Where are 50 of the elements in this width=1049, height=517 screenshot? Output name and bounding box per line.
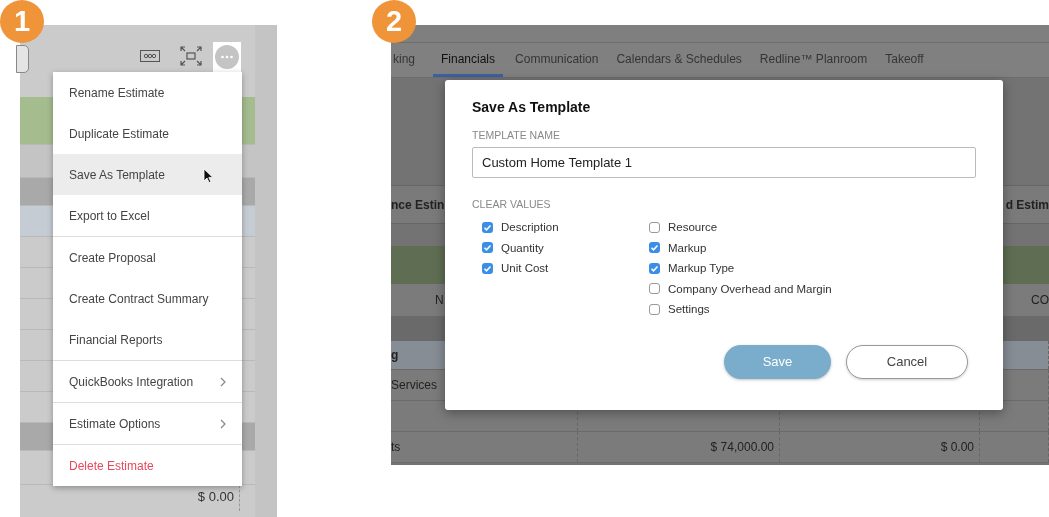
table-cell: Services	[391, 378, 437, 392]
tab[interactable]: Financials	[433, 43, 504, 77]
more-options-button[interactable]	[213, 42, 241, 72]
column-header: d Estim	[1005, 197, 1049, 212]
table-cell-text: $ 0.00	[197, 489, 234, 506]
checkbox[interactable]	[649, 303, 660, 315]
menu-item[interactable]: Rename Estimate	[53, 72, 242, 113]
checkbox[interactable]	[649, 242, 660, 254]
checkbox-label: Quantity	[501, 241, 544, 254]
stepper-control[interactable]	[16, 45, 29, 73]
table-cell: $ 0.00	[940, 440, 974, 454]
checkbox[interactable]	[482, 242, 493, 254]
expand-icon[interactable]	[180, 46, 202, 66]
pointer-cursor-icon	[203, 168, 213, 183]
field-label: TEMPLATE NAME	[472, 129, 561, 141]
section-label: CLEAR VALUES	[472, 198, 552, 210]
menu-item[interactable]: Estimate Options	[53, 403, 242, 444]
dots-box-icon[interactable]	[140, 50, 160, 62]
input-field[interactable]: Custom Home Template 1	[472, 147, 976, 178]
menu-item[interactable]: QuickBooks Integration	[53, 361, 242, 402]
step-badge: 2	[372, 0, 416, 43]
checkbox[interactable]	[649, 283, 660, 295]
table-cell: ts	[391, 440, 401, 454]
table-cell: g	[391, 348, 399, 362]
dialog-title: Save As Template	[472, 99, 592, 115]
menu-item[interactable]: Financial Reports	[53, 319, 242, 360]
step-badge: 1	[0, 0, 44, 43]
column-header: N	[435, 293, 444, 307]
menu-item[interactable]: Create Contract Summary	[53, 278, 242, 319]
menu-item[interactable]: Delete Estimate	[53, 445, 242, 486]
column-header: nce Estin	[391, 197, 445, 212]
menu-item[interactable]: Export to Excel	[53, 195, 242, 236]
column-header: CO	[1031, 293, 1049, 307]
checkbox-label: Markup	[668, 241, 707, 254]
menu-item[interactable]: Save As Template	[53, 154, 242, 195]
checkbox[interactable]	[482, 262, 493, 274]
checkbox-label: Resource	[668, 221, 718, 234]
checkbox-label: Company Overhead and Margin	[668, 282, 832, 295]
checkbox[interactable]	[649, 262, 660, 274]
checkbox-label: Unit Cost	[501, 262, 549, 275]
checkbox-label: Description	[501, 221, 559, 234]
checkbox[interactable]	[482, 221, 493, 233]
menu-item[interactable]: Create Proposal	[53, 237, 242, 278]
checkbox-label: Markup Type	[668, 262, 735, 275]
checkbox-label: Settings	[668, 303, 710, 316]
more-icon	[215, 45, 239, 69]
menu-item[interactable]: Duplicate Estimate	[53, 113, 242, 154]
checkbox[interactable]	[649, 221, 660, 233]
table-cell: $ 74,000.00	[710, 440, 774, 454]
cancel-button[interactable]: Cancel	[846, 344, 968, 379]
